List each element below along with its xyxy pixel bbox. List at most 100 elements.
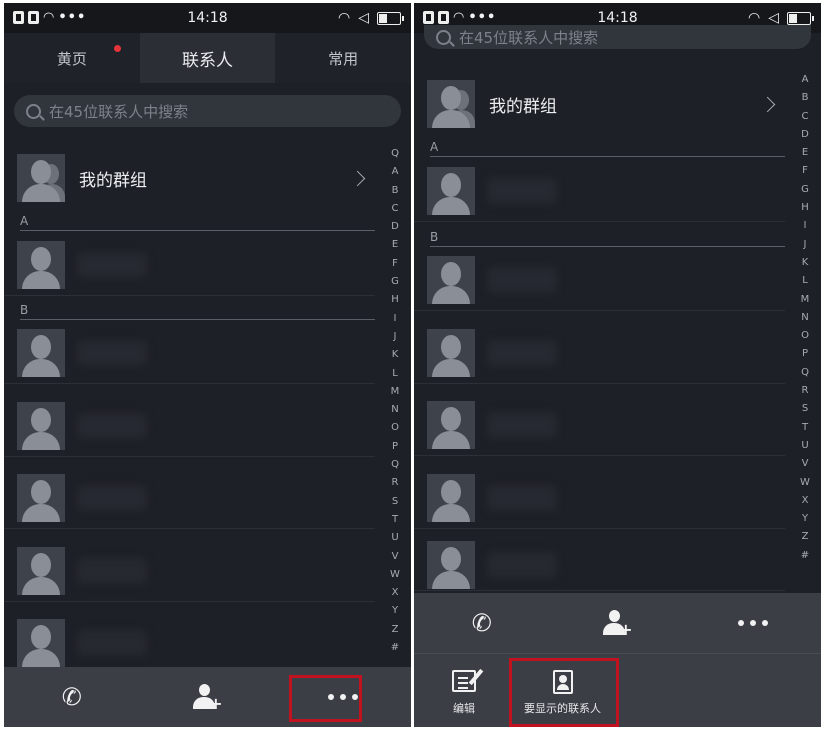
contact-row[interactable] <box>414 161 785 222</box>
tab-yellow-pages[interactable]: 黄页 <box>4 33 140 83</box>
index-letter[interactable]: I <box>387 310 403 328</box>
index-letter[interactable]: U <box>797 437 813 455</box>
index-letter[interactable]: O <box>387 419 403 437</box>
add-contact-button[interactable]: + <box>140 667 276 727</box>
index-letter[interactable]: M <box>387 383 403 401</box>
index-letter[interactable]: Y <box>387 602 403 620</box>
index-letter[interactable]: S <box>797 400 813 418</box>
index-letter[interactable]: C <box>797 108 813 126</box>
index-letter[interactable]: Z <box>387 621 403 639</box>
section-header-a: A <box>20 214 375 231</box>
contact-row[interactable] <box>4 541 375 602</box>
contact-row[interactable] <box>4 613 375 674</box>
contact-name-blurred <box>77 413 147 439</box>
alphabet-index[interactable]: A B C D E F G H I J K L M N O P Q R S T U V W X Y Z # <box>797 71 813 565</box>
index-letter[interactable]: R <box>387 474 403 492</box>
contact-name-blurred <box>487 412 557 438</box>
mute-icon: ◁ <box>768 10 779 26</box>
search-icon <box>436 29 451 45</box>
index-letter[interactable]: C <box>387 200 403 218</box>
tab-label: 常用 <box>328 49 359 68</box>
contact-row[interactable] <box>414 468 785 529</box>
dialer-button[interactable]: ✆ <box>414 593 550 653</box>
index-letter[interactable]: U <box>387 529 403 547</box>
contact-row[interactable] <box>4 235 375 296</box>
add-contact-button[interactable]: + <box>550 593 686 653</box>
index-letter[interactable]: Q <box>387 145 403 163</box>
group-avatar-icon <box>427 80 475 128</box>
index-letter[interactable]: # <box>387 639 403 657</box>
contact-row[interactable] <box>414 540 785 591</box>
index-letter[interactable]: V <box>387 548 403 566</box>
contact-row[interactable] <box>4 323 375 384</box>
chevron-right-icon <box>349 170 366 186</box>
index-letter[interactable]: L <box>387 365 403 383</box>
add-contact-icon: + <box>602 610 633 638</box>
index-letter[interactable]: Q <box>387 456 403 474</box>
search-input[interactable]: 在45位联系人中搜索 <box>424 25 811 49</box>
search-input[interactable]: 在45位联系人中搜索 <box>14 95 401 127</box>
contact-row[interactable] <box>4 468 375 529</box>
index-letter[interactable]: F <box>387 255 403 273</box>
contact-avatar-icon <box>17 329 65 377</box>
index-letter[interactable]: E <box>387 236 403 254</box>
contact-row[interactable] <box>414 323 785 384</box>
index-letter[interactable]: J <box>797 236 813 254</box>
contact-name-blurred <box>77 252 147 278</box>
contact-name-blurred <box>487 340 557 366</box>
index-letter[interactable]: A <box>387 163 403 181</box>
index-letter[interactable]: P <box>387 438 403 456</box>
index-letter[interactable]: P <box>797 345 813 363</box>
contact-row[interactable] <box>414 250 785 311</box>
index-letter[interactable]: X <box>797 492 813 510</box>
index-letter[interactable]: O <box>797 327 813 345</box>
dialer-button[interactable]: ✆ <box>4 667 140 727</box>
index-letter[interactable]: G <box>387 273 403 291</box>
index-letter[interactable]: S <box>387 493 403 511</box>
index-letter[interactable]: V <box>797 455 813 473</box>
index-letter[interactable]: W <box>387 566 403 584</box>
index-letter[interactable]: H <box>797 199 813 217</box>
search-placeholder: 在45位联系人中搜索 <box>49 102 189 121</box>
index-letter[interactable]: # <box>797 547 813 565</box>
index-letter[interactable]: N <box>387 401 403 419</box>
tab-frequent[interactable]: 常用 <box>275 33 411 83</box>
contact-row[interactable] <box>414 395 785 456</box>
index-letter[interactable]: T <box>387 511 403 529</box>
edit-menu-item[interactable]: 编辑 <box>452 670 476 716</box>
tab-contacts[interactable]: 联系人 <box>139 33 276 83</box>
index-letter[interactable]: N <box>797 309 813 327</box>
index-letter[interactable]: E <box>797 144 813 162</box>
index-letter[interactable]: B <box>387 182 403 200</box>
index-letter[interactable]: Y <box>797 510 813 528</box>
index-letter[interactable]: M <box>797 291 813 309</box>
my-groups-row[interactable]: 我的群组 <box>4 149 411 207</box>
more-button[interactable] <box>685 593 821 653</box>
index-letter[interactable]: I <box>797 217 813 235</box>
section-header-b: B <box>20 303 375 320</box>
contact-row[interactable] <box>4 396 375 457</box>
index-letter[interactable]: T <box>797 419 813 437</box>
index-letter[interactable]: A <box>797 71 813 89</box>
contact-avatar-icon <box>427 167 475 215</box>
index-letter[interactable]: K <box>387 346 403 364</box>
alphabet-index[interactable]: Q A B C D E F G H I J K L M N O P Q R S T U V W X Y Z # <box>387 145 403 657</box>
index-letter[interactable]: L <box>797 272 813 290</box>
index-letter[interactable]: Z <box>797 528 813 546</box>
index-letter[interactable]: G <box>797 181 813 199</box>
section-header-b: B <box>430 230 785 247</box>
my-groups-row[interactable]: 我的群组 <box>414 75 821 133</box>
index-letter[interactable]: B <box>797 89 813 107</box>
index-letter[interactable]: R <box>797 382 813 400</box>
bottom-toolbar: ✆ + <box>414 593 821 653</box>
index-letter[interactable]: H <box>387 291 403 309</box>
contact-avatar-icon <box>17 241 65 289</box>
index-letter[interactable]: Q <box>797 364 813 382</box>
index-letter[interactable]: X <box>387 584 403 602</box>
index-letter[interactable]: D <box>387 218 403 236</box>
index-letter[interactable]: D <box>797 126 813 144</box>
index-letter[interactable]: W <box>797 474 813 492</box>
index-letter[interactable]: J <box>387 328 403 346</box>
index-letter[interactable]: F <box>797 162 813 180</box>
index-letter[interactable]: K <box>797 254 813 272</box>
